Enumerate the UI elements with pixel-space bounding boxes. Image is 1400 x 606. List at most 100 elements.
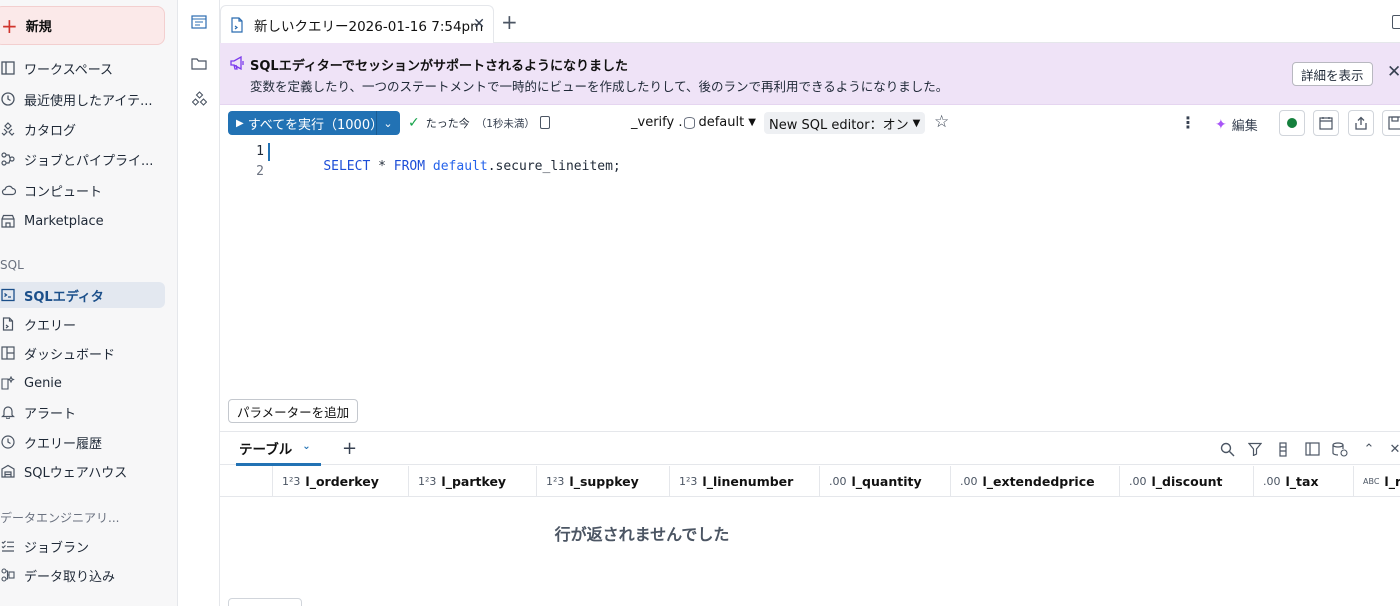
clock-icon bbox=[0, 91, 16, 107]
section-label-sql: SQL bbox=[0, 258, 24, 272]
sidebar-item-queries[interactable]: クエリー bbox=[0, 311, 165, 337]
sidebar-item-catalog[interactable]: カタログ bbox=[0, 116, 165, 142]
query-icon bbox=[0, 316, 16, 332]
tab-table[interactable]: テーブル ⌄ bbox=[236, 438, 321, 466]
decimal-type-icon: .00 bbox=[1263, 475, 1281, 488]
sidebar-item-label: ワークスペース bbox=[24, 62, 114, 78]
folder-icon[interactable] bbox=[189, 53, 209, 73]
column-header[interactable]: .00 l_tax bbox=[1253, 466, 1353, 497]
column-header[interactable]: 1²3 l_orderkey bbox=[272, 466, 408, 497]
sidebar-item-recent[interactable]: 最近使用したアイテ... bbox=[0, 86, 165, 112]
column-header[interactable]: .00 l_discount bbox=[1119, 466, 1253, 497]
sparkle-icon: ✦ bbox=[1215, 116, 1227, 133]
sidebar: + 新規 ワークスペース 最近使用したアイテ... カタログ ジョブとパイプライ… bbox=[0, 0, 178, 606]
genie-icon bbox=[0, 375, 16, 391]
status-dot-icon bbox=[1287, 118, 1297, 128]
new-sql-editor-toggle[interactable]: New SQL editor：オン ▼ bbox=[764, 112, 926, 134]
sidebar-item-data-ingestion[interactable]: データ取り込み bbox=[0, 562, 165, 588]
save-icon bbox=[1388, 116, 1400, 130]
column-header[interactable]: 1²3 l_partkey bbox=[408, 466, 536, 497]
code-token: * bbox=[370, 159, 394, 174]
column-header[interactable]: ABC l_re bbox=[1353, 466, 1400, 497]
section-label-data-engineering: データエンジニアリ... bbox=[0, 511, 120, 525]
sidebar-item-dashboards[interactable]: ダッシュボード bbox=[0, 340, 165, 366]
column-name: l_linenumber bbox=[702, 474, 794, 489]
banner-description: 変数を定義したり、一つのステートメントで一時的にビューを作成したりして、後のラン… bbox=[250, 79, 949, 94]
chevron-up-icon[interactable]: ⌃ bbox=[1360, 440, 1378, 458]
line-number: 2 bbox=[256, 164, 264, 179]
split-view-icon[interactable] bbox=[1303, 440, 1321, 458]
tab-new-query[interactable]: 新しいクエリー2026-01-16 7:54pm ✕ bbox=[220, 5, 494, 43]
column-settings-icon[interactable] bbox=[1274, 440, 1292, 458]
editor-panel-icon[interactable] bbox=[189, 12, 209, 32]
column-header[interactable]: 1²3 l_linenumber bbox=[669, 466, 819, 497]
sidebar-item-label: ダッシュボード bbox=[24, 347, 116, 363]
decimal-type-icon: .00 bbox=[829, 475, 847, 488]
add-tab-button[interactable]: + bbox=[501, 12, 518, 32]
panel-toggle-icon[interactable] bbox=[1392, 15, 1400, 29]
workspace-icon bbox=[0, 60, 16, 76]
filter-icon[interactable] bbox=[1246, 440, 1264, 458]
sidebar-item-sql-warehouses[interactable]: SQLウェアハウス bbox=[0, 458, 165, 484]
sidebar-item-genie[interactable]: Genie bbox=[0, 370, 165, 396]
show-details-button[interactable]: 詳細を表示 bbox=[1292, 62, 1373, 86]
active-line-marker bbox=[268, 143, 270, 161]
sidebar-item-marketplace[interactable]: Marketplace bbox=[0, 208, 165, 234]
pagination-control[interactable] bbox=[228, 598, 302, 606]
new-button[interactable]: + 新規 bbox=[0, 6, 165, 45]
code-line-1[interactable]: SELECT * FROM default.secure_lineitem; bbox=[292, 144, 620, 189]
close-results-icon[interactable]: ✕ bbox=[1386, 440, 1400, 458]
run-all-label: すべてを実行（1000） bbox=[247, 117, 384, 133]
sidebar-item-workspace[interactable]: ワークスペース bbox=[0, 55, 165, 81]
schedule-button[interactable] bbox=[1313, 110, 1339, 136]
warehouse-status-button[interactable] bbox=[1279, 110, 1305, 136]
add-parameter-button[interactable]: パラメーターを追加 bbox=[228, 399, 359, 423]
run-status: ✓ たった今 （1秒未満） bbox=[408, 115, 535, 131]
add-visualization-button[interactable]: + bbox=[342, 438, 357, 459]
sidebar-item-label: アラート bbox=[24, 406, 77, 422]
sidebar-item-compute[interactable]: コンピュート bbox=[0, 177, 165, 203]
results-header: テーブル ⌄ + ⌃ ✕ bbox=[220, 431, 1400, 466]
star-icon[interactable]: ☆ bbox=[934, 112, 949, 132]
decimal-type-icon: .00 bbox=[960, 475, 978, 488]
run-all-main[interactable]: ▶ すべてを実行（1000） bbox=[228, 114, 383, 133]
refresh-data-icon[interactable] bbox=[1331, 440, 1349, 458]
catalog-schema-selector[interactable]: _verify . default ▼ bbox=[631, 115, 756, 130]
close-tab-icon[interactable]: ✕ bbox=[473, 16, 485, 32]
more-options-icon[interactable]: ⋮ bbox=[1180, 113, 1196, 132]
save-button[interactable] bbox=[1382, 110, 1400, 136]
query-file-icon bbox=[230, 16, 246, 33]
edit-with-assistant-button[interactable]: ✦ 編集 bbox=[1215, 115, 1258, 135]
chevron-down-icon: ▼ bbox=[912, 117, 921, 129]
sql-editor[interactable]: 1 SELECT * FROM default.secure_lineitem;… bbox=[220, 141, 1400, 396]
sidebar-item-query-history[interactable]: クエリー履歴 bbox=[0, 429, 165, 455]
schema-browser-icon[interactable] bbox=[189, 88, 209, 108]
run-all-button[interactable]: ▶ すべてを実行（1000） ⌄ bbox=[228, 111, 400, 135]
sidebar-item-label: コンピュート bbox=[24, 184, 103, 200]
column-name: l_discount bbox=[1151, 474, 1223, 489]
column-name: l_quantity bbox=[851, 474, 922, 489]
chevron-down-icon[interactable]: ⌄ bbox=[377, 117, 399, 130]
share-button[interactable] bbox=[1348, 110, 1374, 136]
integer-type-icon: 1²3 bbox=[282, 475, 301, 488]
column-header[interactable]: 1²3 l_suppkey bbox=[536, 466, 669, 497]
copy-icon[interactable] bbox=[540, 116, 550, 129]
column-header[interactable]: .00 l_extendedprice bbox=[950, 466, 1119, 497]
cloud-icon bbox=[0, 182, 16, 198]
calendar-icon bbox=[1319, 117, 1333, 130]
sidebar-item-workflows[interactable]: ジョブとパイプライ... bbox=[0, 146, 165, 172]
column-header[interactable]: .00 l_quantity bbox=[819, 466, 950, 497]
sidebar-item-job-runs[interactable]: ジョブラン bbox=[0, 533, 165, 559]
sidebar-item-alerts[interactable]: アラート bbox=[0, 399, 165, 425]
column-name: l_partkey bbox=[441, 474, 507, 489]
column-name: l_tax bbox=[1285, 474, 1319, 489]
search-icon[interactable] bbox=[1218, 440, 1236, 458]
close-banner-icon[interactable]: ✕ bbox=[1387, 62, 1400, 82]
sidebar-item-label: クエリー履歴 bbox=[24, 436, 103, 452]
sidebar-item-label: ジョブラン bbox=[24, 540, 90, 556]
chevron-down-icon[interactable]: ⌄ bbox=[302, 441, 310, 452]
history-icon bbox=[0, 434, 16, 450]
sidebar-item-sql-editor[interactable]: SQLエディタ bbox=[0, 282, 165, 308]
decimal-type-icon: .00 bbox=[1129, 475, 1147, 488]
